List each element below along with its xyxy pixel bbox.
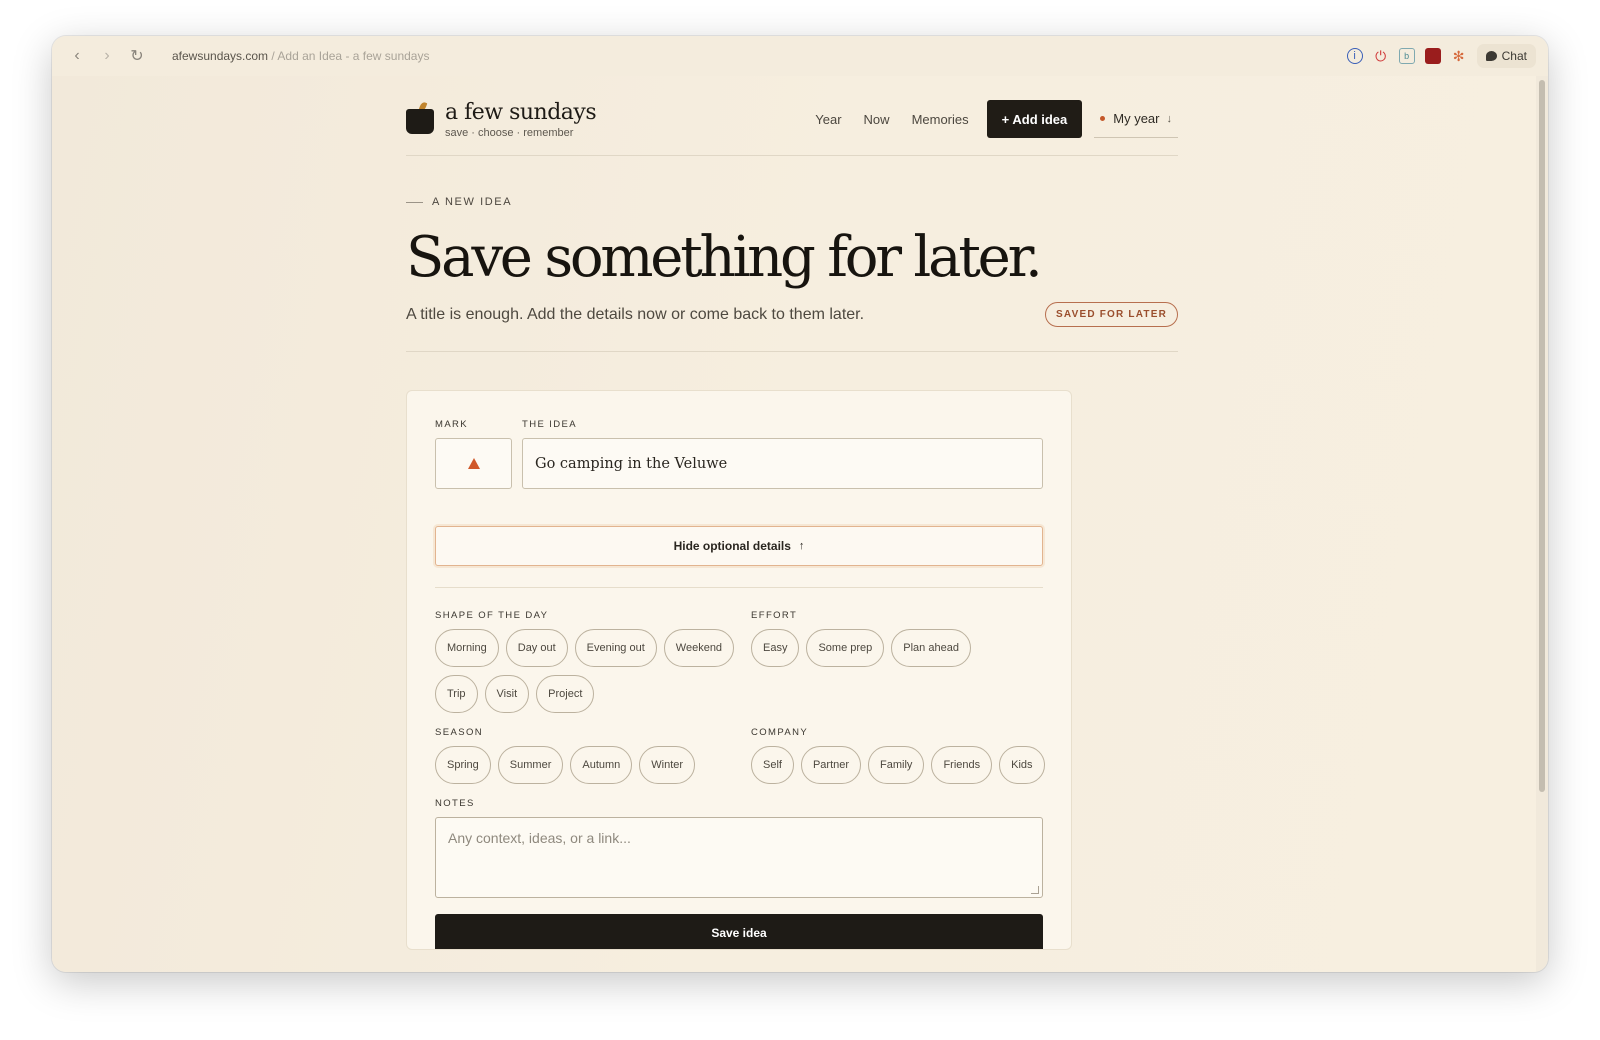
logo-mark-icon: [406, 101, 434, 134]
arrow-up-icon: ↑: [798, 540, 805, 552]
tent-icon: [467, 458, 480, 469]
chip-weekend[interactable]: Weekend: [663, 629, 735, 667]
chip-family[interactable]: Family: [868, 746, 925, 784]
season-label: SEASON: [435, 727, 483, 738]
divider: [435, 587, 1043, 588]
logo[interactable]: a few sundays save · choose · remember: [406, 100, 597, 139]
chip-self[interactable]: Self: [751, 746, 794, 784]
my-year-dropdown[interactable]: My year ↓: [1094, 100, 1178, 138]
arrow-down-icon: ↓: [1166, 112, 1173, 125]
logo-tagline: save · choose · remember: [445, 127, 574, 139]
season-group: SEASON Spring Summer Autumn Winter: [435, 727, 751, 784]
mark-picker[interactable]: [435, 438, 512, 489]
effort-group: EFFORT Easy Some prep Plan ahead: [751, 610, 1051, 713]
nav-now[interactable]: Now: [864, 112, 890, 127]
chip-kids[interactable]: Kids: [999, 746, 1045, 784]
chip-friends[interactable]: Friends: [931, 746, 993, 784]
page-content: a few sundays save · choose · remember Y…: [406, 76, 1178, 950]
eyebrow: A NEW IDEA: [406, 196, 1178, 208]
site-header: a few sundays save · choose · remember Y…: [406, 76, 1178, 156]
chat-button[interactable]: Chat: [1476, 44, 1536, 68]
spark-icon[interactable]: ✻: [1451, 48, 1467, 64]
forward-icon[interactable]: ›: [94, 43, 120, 69]
chat-bubble-icon: [1485, 51, 1497, 61]
chip-trip[interactable]: Trip: [435, 675, 478, 713]
page: a few sundays save · choose · remember Y…: [52, 76, 1536, 972]
idea-form-card: MARK THE IDEA Go camping in the Veluwe H…: [406, 390, 1072, 950]
eyebrow-rule: [406, 201, 423, 203]
eyebrow-text: A NEW IDEA: [432, 196, 513, 208]
shape-of-day-group: SHAPE OF THE DAY Morning Day out Evening…: [435, 610, 751, 713]
mark-label: MARK: [435, 419, 469, 430]
ublock-icon[interactable]: [1424, 48, 1441, 64]
resize-grip-icon[interactable]: [1031, 886, 1039, 894]
logo-name: a few sundays: [445, 100, 597, 125]
notes-label: NOTES: [435, 798, 475, 809]
status-dot: [1100, 116, 1106, 121]
nav-year[interactable]: Year: [815, 112, 841, 127]
chip-morning[interactable]: Morning: [435, 629, 499, 667]
url-domain: afewsundays.com: [172, 49, 269, 63]
url-path: / Add an Idea - a few sundays: [268, 49, 430, 63]
chip-autumn[interactable]: Autumn: [570, 746, 633, 784]
chip-easy[interactable]: Easy: [751, 629, 800, 667]
hide-optional-details-button[interactable]: Hide optional details ↑: [435, 526, 1043, 566]
page-subtitle: A title is enough. Add the details now o…: [406, 305, 865, 323]
main-nav: Year Now Memories + Add idea My year ↓: [815, 100, 1178, 138]
notes-placeholder: Any context, ideas, or a link...: [448, 830, 631, 846]
idea-label: THE IDEA: [522, 419, 578, 430]
chip-winter[interactable]: Winter: [639, 746, 696, 784]
add-idea-button[interactable]: + Add idea: [986, 100, 1083, 138]
reload-icon[interactable]: ↻: [124, 43, 150, 69]
scrollbar-thumb[interactable]: [1539, 80, 1545, 792]
my-year-label: My year: [1113, 111, 1160, 126]
divider: [406, 351, 1178, 352]
page-title: Save something for later.: [406, 225, 1043, 290]
address-bar[interactable]: afewsundays.com / Add an Idea - a few su…: [172, 49, 429, 63]
effort-label: EFFORT: [751, 610, 798, 621]
company-group: COMPANY Self Partner Family Friends Kids: [751, 727, 1051, 784]
power-icon[interactable]: ⏻: [1373, 48, 1389, 64]
status-badge: SAVED FOR LATER: [1045, 302, 1178, 327]
chip-spring[interactable]: Spring: [435, 746, 491, 784]
company-label: COMPANY: [751, 727, 809, 738]
shield-extension-icon[interactable]: b: [1398, 48, 1415, 64]
toggle-label: Hide optional details: [673, 539, 791, 553]
shape-label: SHAPE OF THE DAY: [435, 610, 549, 621]
nav-memories[interactable]: Memories: [912, 112, 969, 127]
chip-partner[interactable]: Partner: [800, 746, 862, 784]
chip-some-prep[interactable]: Some prep: [806, 629, 885, 667]
browser-window: ‹ › ↻ afewsundays.com / Add an Idea - a …: [52, 36, 1548, 972]
chat-label: Chat: [1501, 49, 1527, 63]
browser-toolbar: ‹ › ↻ afewsundays.com / Add an Idea - a …: [52, 36, 1548, 76]
save-idea-button[interactable]: Save idea: [435, 914, 1043, 949]
chip-project[interactable]: Project: [536, 675, 595, 713]
chip-evening-out[interactable]: Evening out: [574, 629, 657, 667]
idea-title-input[interactable]: Go camping in the Veluwe: [522, 438, 1043, 489]
back-icon[interactable]: ‹: [64, 43, 90, 69]
chip-visit[interactable]: Visit: [484, 675, 530, 713]
chip-summer[interactable]: Summer: [497, 746, 564, 784]
scrollbar[interactable]: [1536, 76, 1548, 972]
chip-plan-ahead[interactable]: Plan ahead: [891, 629, 971, 667]
password-manager-icon[interactable]: i: [1346, 48, 1363, 64]
chip-day-out[interactable]: Day out: [505, 629, 568, 667]
notes-textarea[interactable]: Any context, ideas, or a link...: [435, 817, 1043, 898]
